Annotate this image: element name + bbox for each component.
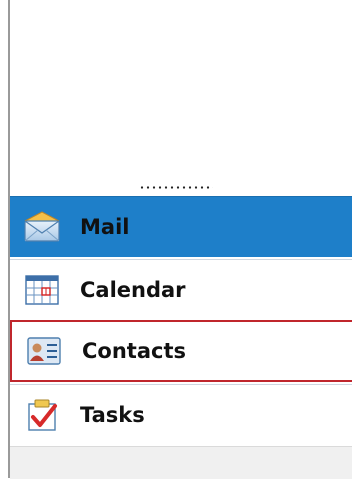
nav-item-label: Contacts xyxy=(82,339,186,363)
navigation-pane: Mail Calendar Contacts Tasks xyxy=(10,0,352,479)
calendar-icon xyxy=(22,270,62,310)
tasks-icon xyxy=(22,395,62,435)
nav-item-label: Tasks xyxy=(80,403,145,427)
pane-footer xyxy=(10,446,352,479)
nav-item-tasks[interactable]: Tasks xyxy=(10,384,352,445)
splitter-grip[interactable] xyxy=(10,178,352,196)
nav-item-mail[interactable]: Mail xyxy=(10,196,352,257)
nav-item-label: Calendar xyxy=(80,278,186,302)
nav-item-contacts[interactable]: Contacts xyxy=(10,320,352,382)
nav-item-label: Mail xyxy=(80,215,130,239)
mail-icon xyxy=(22,207,62,247)
pane-border xyxy=(0,0,10,478)
nav-item-calendar[interactable]: Calendar xyxy=(10,259,352,320)
contacts-icon xyxy=(24,331,64,371)
folder-area xyxy=(10,0,352,178)
grip-dots xyxy=(139,185,213,189)
